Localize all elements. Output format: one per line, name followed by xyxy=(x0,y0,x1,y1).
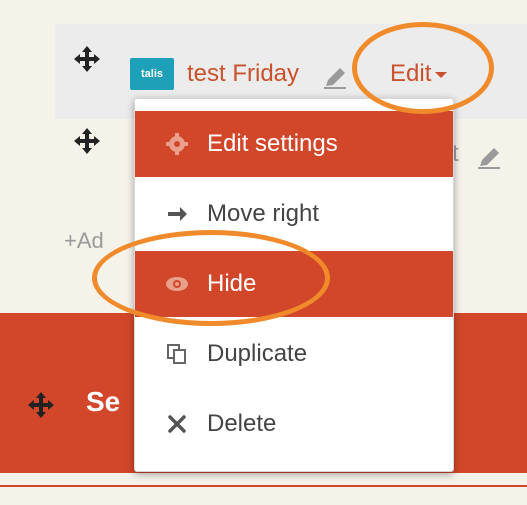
pencil-icon[interactable] xyxy=(322,66,348,90)
menu-item-duplicate[interactable]: Duplicate xyxy=(135,321,453,387)
menu-item-label: Move right xyxy=(207,200,320,227)
section-title: Se xyxy=(86,386,121,417)
duplicate-icon xyxy=(165,342,189,366)
pencil-icon[interactable] xyxy=(476,146,502,170)
menu-item-label: Edit settings xyxy=(207,130,338,157)
add-activity-link[interactable]: +Ad xyxy=(64,228,104,254)
plus-icon: + xyxy=(64,228,77,253)
highlight-oval-edit xyxy=(352,22,494,114)
highlight-oval-hide xyxy=(92,230,330,326)
close-icon xyxy=(165,412,189,436)
move-icon[interactable] xyxy=(72,44,102,74)
move-icon[interactable] xyxy=(26,390,56,420)
menu-item-edit-settings[interactable]: Edit settings xyxy=(135,111,453,177)
menu-item-label: Delete xyxy=(207,410,277,437)
gear-icon xyxy=(165,132,189,156)
talis-logo: talis xyxy=(130,58,174,90)
arrow-right-icon xyxy=(165,202,189,226)
activity-name-link[interactable]: test Friday xyxy=(187,60,299,88)
menu-item-label: Duplicate xyxy=(207,340,308,367)
add-label: Ad xyxy=(76,228,104,253)
divider xyxy=(0,485,527,487)
move-icon[interactable] xyxy=(72,126,102,156)
menu-item-delete[interactable]: Delete xyxy=(135,391,453,457)
